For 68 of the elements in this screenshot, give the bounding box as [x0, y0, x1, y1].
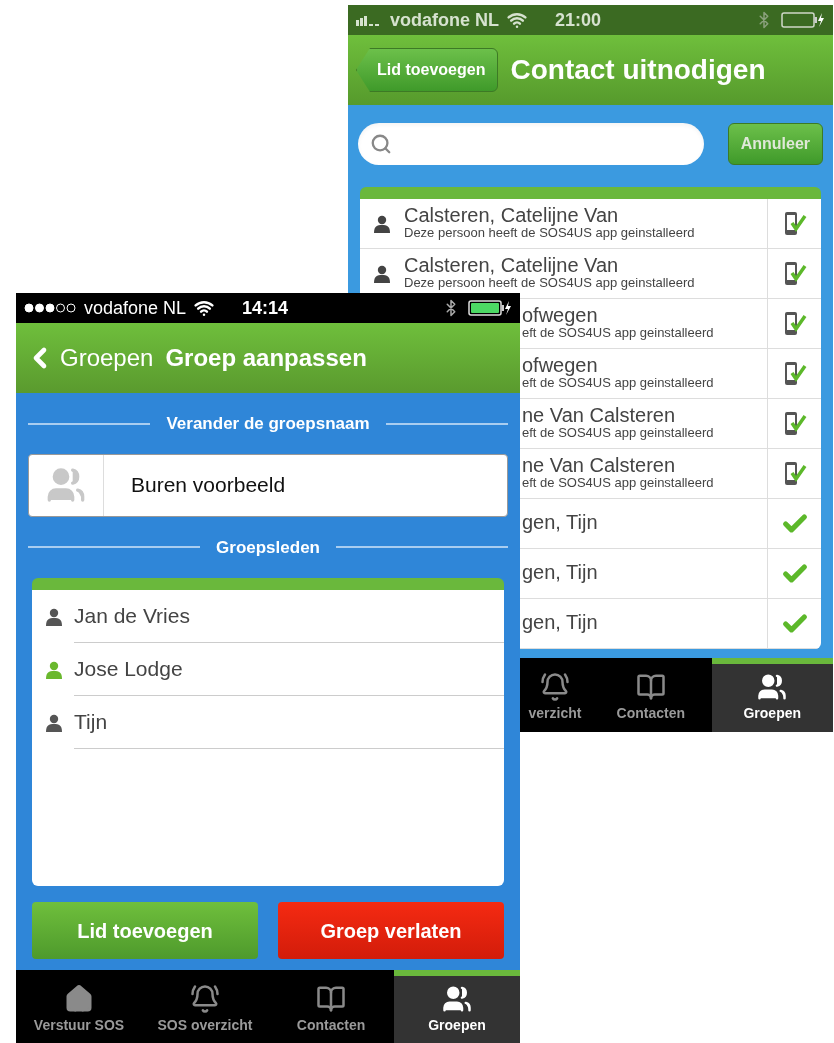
signal-icon	[356, 14, 382, 26]
book-icon	[316, 984, 346, 1014]
contact-subtitle: Deze persoon heeft de SOS4US app geinstalleerd	[404, 225, 696, 240]
contact-name: gen, Tijn	[522, 560, 599, 583]
bell-icon	[540, 672, 570, 702]
home-icon	[64, 984, 94, 1014]
battery-icon	[781, 12, 825, 28]
contact-name: ofwegen	[522, 303, 599, 326]
carrier-text: vodafone NL	[390, 8, 499, 32]
contact-row[interactable]: ofwegen eft de SOS4US app geinstalleerd	[522, 299, 821, 349]
person-icon	[46, 713, 62, 732]
section-heading: Verander de groepsnaam	[166, 413, 370, 435]
phone-check-icon	[782, 460, 807, 487]
contact-subtitle: eft de SOS4US app geinstalleerd	[522, 475, 715, 490]
tab-bar-item[interactable]: Groepen	[711, 658, 833, 732]
contact-name: gen, Tijn	[522, 610, 599, 633]
contact-subtitle: eft de SOS4US app geinstalleerd	[522, 425, 715, 440]
group-icon	[442, 984, 472, 1014]
phone-check-icon	[782, 310, 807, 337]
person-icon	[46, 660, 62, 679]
contact-row[interactable]: ne Van Calsteren eft de SOS4US app geinstalleerd	[522, 449, 821, 499]
contact-row[interactable]: gen, Tijn	[522, 599, 821, 649]
contact-row[interactable]: gen, Tijn	[522, 549, 821, 599]
clock-text: 14:14	[242, 296, 289, 320]
leave-group-button[interactable]: Groep verlaten	[278, 902, 504, 959]
contact-row[interactable]: Calsteren, Catelijne Van Deze persoon heeft de SOS4US app geinstalleerd	[360, 199, 821, 249]
section-heading: Groepsleden	[216, 536, 320, 559]
contact-subtitle: Deze persoon heeft de SOS4US app geinstalleerd	[404, 275, 696, 290]
screen-title: Contact uitnodigen	[510, 53, 766, 87]
tab-bar-item[interactable]: verzicht	[520, 658, 590, 732]
contact-row[interactable]: gen, Tijn	[522, 499, 821, 549]
group-icon	[46, 465, 86, 505]
contact-name: gen, Tijn	[522, 510, 599, 533]
battery-icon	[468, 300, 512, 316]
contact-subtitle: eft de SOS4US app geinstalleerd	[522, 375, 715, 390]
screen-title: Groep aanpassen	[165, 343, 367, 373]
clock-text: 21:00	[555, 8, 602, 32]
phone-check-icon	[782, 410, 807, 437]
contact-subtitle: eft de SOS4US app geinstalleerd	[522, 325, 715, 340]
person-icon	[374, 264, 390, 283]
contact-name: Calsteren, Catelijne Van	[404, 203, 620, 226]
wifi-icon	[507, 10, 527, 30]
contact-name: ne Van Calsteren	[522, 403, 677, 426]
contact-row[interactable]: ne Van Calsteren eft de SOS4US app geinstalleerd	[522, 399, 821, 449]
carrier-text: vodafone NL	[84, 296, 187, 320]
tab-bar-item[interactable]: Verstuur SOS	[16, 970, 142, 1043]
person-icon	[46, 607, 62, 626]
group-icon	[757, 672, 788, 702]
tab-bar-item[interactable]: Contacten	[268, 970, 394, 1043]
bell-icon	[190, 984, 220, 1014]
wifi-icon	[194, 298, 215, 318]
phone-check-icon	[782, 360, 807, 387]
phone-check-icon	[782, 210, 807, 237]
contact-row[interactable]: ofwegen eft de SOS4US app geinstalleerd	[522, 349, 821, 399]
book-icon	[635, 672, 666, 702]
tab-bar-item[interactable]: Contacten	[590, 658, 712, 732]
tab-bar-item[interactable]: Groepen	[394, 970, 520, 1043]
group-name-value: Buren voorbeeld	[131, 472, 286, 499]
search-icon	[370, 133, 392, 155]
phone-check-icon	[782, 260, 807, 287]
signal-icon	[24, 303, 76, 313]
search-field[interactable]	[358, 123, 704, 165]
tab-bar-item[interactable]: SOS overzicht	[142, 970, 268, 1043]
contact-name: ofwegen	[522, 353, 599, 376]
contact-name: Calsteren, Catelijne Van	[404, 253, 620, 276]
contact-name: ne Van Calsteren	[522, 453, 677, 476]
person-icon	[374, 214, 390, 233]
group-name-field[interactable]: Buren voorbeeld	[28, 453, 508, 517]
